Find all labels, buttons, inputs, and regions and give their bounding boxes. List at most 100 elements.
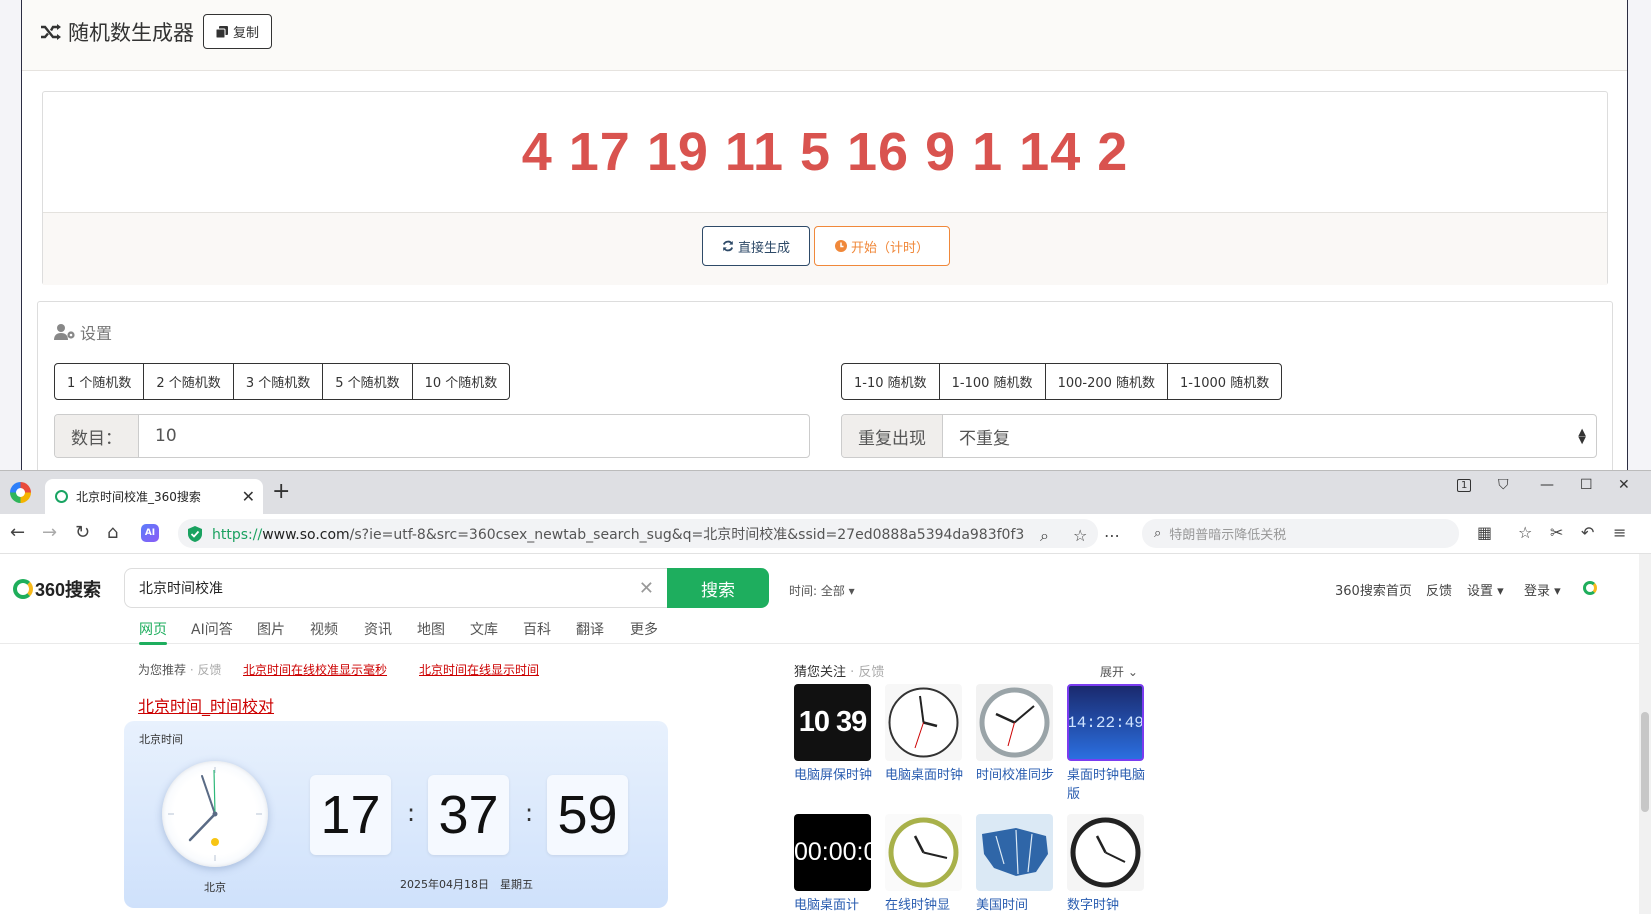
url-text: https://www.so.com/s?ie=utf-8&src=360cse… bbox=[212, 524, 1024, 544]
thumb-screensaver-clock[interactable]: 10 39 bbox=[794, 684, 871, 761]
tab-ai-qa[interactable]: AI问答 bbox=[191, 619, 233, 639]
link-so-home[interactable]: 360搜索首页 bbox=[1335, 580, 1412, 599]
link-settings[interactable]: 设置 ▾ bbox=[1467, 580, 1504, 599]
url-prefix: https:// bbox=[212, 526, 263, 543]
count-label: 数目： bbox=[55, 415, 139, 457]
tab-close-icon[interactable]: ✕ bbox=[242, 487, 255, 506]
tab-count-icon[interactable]: 1 bbox=[1457, 479, 1472, 492]
more-options-icon[interactable]: ⋯ bbox=[1104, 526, 1120, 545]
tab-maps[interactable]: 地图 bbox=[417, 619, 445, 639]
time-filter-dropdown[interactable]: 时间: 全部 ▾ bbox=[789, 582, 855, 599]
thumb-online-clock[interactable] bbox=[885, 814, 962, 891]
result-title-link[interactable]: 北京时间_时间校对 bbox=[138, 693, 274, 717]
recommend-feedback[interactable]: · 反馈 bbox=[190, 663, 222, 677]
clear-search-icon[interactable]: ✕ bbox=[639, 578, 654, 599]
tab-news[interactable]: 资讯 bbox=[364, 619, 392, 639]
caption-time-sync[interactable]: 时间校准同步 bbox=[976, 766, 1056, 785]
count-option-2[interactable]: 2 个随机数 bbox=[144, 364, 234, 399]
address-bar[interactable]: https://www.so.com/s?ie=utf-8&src=360cse… bbox=[178, 519, 1098, 548]
home-icon[interactable]: ⌂ bbox=[107, 522, 118, 543]
search-button[interactable]: 搜索 bbox=[667, 568, 769, 608]
link-feedback[interactable]: 反馈 bbox=[1426, 580, 1452, 599]
guess-title-text: 猜您关注 bbox=[794, 665, 847, 680]
repeat-select[interactable]: 不重复 bbox=[943, 415, 1596, 457]
apps-grid-icon[interactable]: ▦ bbox=[1477, 523, 1492, 542]
tab-web[interactable]: 网页 bbox=[139, 619, 167, 645]
forward-icon[interactable]: → bbox=[42, 522, 57, 543]
generate-button[interactable]: 直接生成 bbox=[702, 226, 810, 266]
caption-desktop-timer[interactable]: 电脑桌面计 bbox=[794, 896, 874, 914]
side-search-box[interactable]: ⌕ 特朗普暗示降低关税 bbox=[1142, 519, 1459, 548]
settings-title-text: 设置 bbox=[80, 324, 113, 343]
start-timer-label: 开始（计时） bbox=[850, 240, 929, 256]
refresh-icon bbox=[722, 240, 734, 252]
browser-logo-icon[interactable] bbox=[10, 482, 31, 503]
count-input[interactable]: 10 bbox=[139, 415, 809, 457]
new-tab-icon[interactable]: + bbox=[272, 479, 290, 504]
reload-icon[interactable]: ↻ bbox=[75, 522, 90, 543]
caption-us-time[interactable]: 美国时间 bbox=[976, 896, 1056, 914]
scrollbar-thumb[interactable] bbox=[1641, 712, 1649, 812]
recommend-link-2[interactable]: 北京时间在线显示时间 bbox=[419, 661, 539, 678]
tab-bar: 北京时间校准_360搜索 ✕ + 1 ⛉ — ☐ ✕ bbox=[0, 471, 1651, 514]
hours-display: 17 bbox=[310, 775, 391, 855]
range-option-1-10[interactable]: 1-10 随机数 bbox=[842, 364, 940, 399]
clock-icon bbox=[834, 240, 847, 252]
count-option-5[interactable]: 5 个随机数 bbox=[323, 364, 413, 399]
shirt-skin-icon[interactable]: ⛉ bbox=[1498, 477, 1509, 493]
left-border bbox=[0, 0, 22, 470]
rng-title: 随机数生成器 bbox=[40, 17, 194, 47]
range-option-100-200[interactable]: 100-200 随机数 bbox=[1046, 364, 1169, 399]
recommend-link-1[interactable]: 北京时间在线校准显示毫秒 bbox=[243, 661, 387, 678]
thumb-desktop-clock[interactable] bbox=[885, 684, 962, 761]
caption-screensaver-clock[interactable]: 电脑屏保时钟 bbox=[794, 766, 874, 785]
zoom-icon[interactable]: ⌕ bbox=[1040, 526, 1049, 546]
random-numbers: 4 17 19 11 5 16 9 1 14 2 bbox=[521, 122, 1129, 182]
tab-more[interactable]: 更多 bbox=[630, 619, 658, 639]
scissors-icon[interactable]: ✂ bbox=[1550, 523, 1563, 542]
ai-assistant-icon[interactable]: AI bbox=[141, 524, 159, 542]
so-logo[interactable]: 360搜索 bbox=[13, 576, 101, 602]
menu-icon[interactable]: ≡ bbox=[1613, 523, 1626, 542]
maximize-icon[interactable]: ☐ bbox=[1580, 477, 1593, 493]
settings-panel: 设置 1 个随机数 2 个随机数 3 个随机数 5 个随机数 10 个随机数 1… bbox=[37, 301, 1613, 481]
count-option-1[interactable]: 1 个随机数 bbox=[55, 364, 145, 399]
close-window-icon[interactable]: ✕ bbox=[1618, 477, 1630, 493]
thumb-time-sync[interactable] bbox=[976, 684, 1053, 761]
tab-translate[interactable]: 翻译 bbox=[576, 619, 604, 639]
range-option-1-100[interactable]: 1-100 随机数 bbox=[940, 364, 1046, 399]
right-border bbox=[1627, 0, 1651, 470]
tab-images[interactable]: 图片 bbox=[257, 619, 285, 639]
expand-toggle[interactable]: 展开 ⌄ bbox=[1100, 663, 1138, 680]
search-input[interactable]: 北京时间校准 ✕ bbox=[124, 568, 668, 608]
tab-videos[interactable]: 视频 bbox=[310, 619, 338, 639]
caption-digital-clock[interactable]: 数字时钟 bbox=[1067, 896, 1147, 914]
page-scrollbar[interactable] bbox=[1639, 554, 1651, 914]
tab-active[interactable]: 北京时间校准_360搜索 ✕ bbox=[45, 479, 263, 514]
caption-desktop-clock[interactable]: 电脑桌面时钟 bbox=[885, 766, 965, 785]
user-avatar-icon[interactable] bbox=[1583, 581, 1597, 595]
bookmark-star-icon[interactable]: ☆ bbox=[1073, 526, 1087, 545]
count-option-3[interactable]: 3 个随机数 bbox=[234, 364, 324, 399]
range-option-1-1000[interactable]: 1-1000 随机数 bbox=[1168, 364, 1281, 399]
tab-baike[interactable]: 百科 bbox=[523, 619, 551, 639]
caption-desktop-clock-pc[interactable]: 桌面时钟电脑版 bbox=[1067, 766, 1147, 804]
minimize-icon[interactable]: — bbox=[1540, 477, 1554, 493]
so-logo-icon bbox=[13, 579, 33, 599]
count-option-10[interactable]: 10 个随机数 bbox=[413, 364, 510, 399]
tab-library[interactable]: 文库 bbox=[470, 619, 498, 639]
thumb-us-time[interactable] bbox=[976, 814, 1053, 891]
copy-button[interactable]: 复制 bbox=[203, 14, 273, 49]
side-search-icon: ⌕ bbox=[1154, 526, 1162, 541]
link-login[interactable]: 登录 ▾ bbox=[1524, 580, 1561, 599]
thumb-digital-clock[interactable] bbox=[1067, 814, 1144, 891]
thumb-desktop-timer[interactable]: 00:00:0 bbox=[794, 814, 871, 891]
guess-feedback[interactable]: · 反馈 bbox=[850, 665, 884, 680]
thumb-desktop-clock-pc[interactable]: 14:22:49 bbox=[1067, 684, 1144, 761]
favorites-icon[interactable]: ☆ bbox=[1518, 523, 1532, 542]
undo-icon[interactable]: ↶ bbox=[1581, 523, 1594, 542]
browser-toolbar: ← → ↻ ⌂ AI https://www.so.com/s?ie=utf-8… bbox=[0, 514, 1651, 554]
back-icon[interactable]: ← bbox=[10, 522, 25, 543]
caption-online-clock[interactable]: 在线时钟显 bbox=[885, 896, 965, 914]
start-timer-button[interactable]: 开始（计时） bbox=[814, 226, 950, 266]
